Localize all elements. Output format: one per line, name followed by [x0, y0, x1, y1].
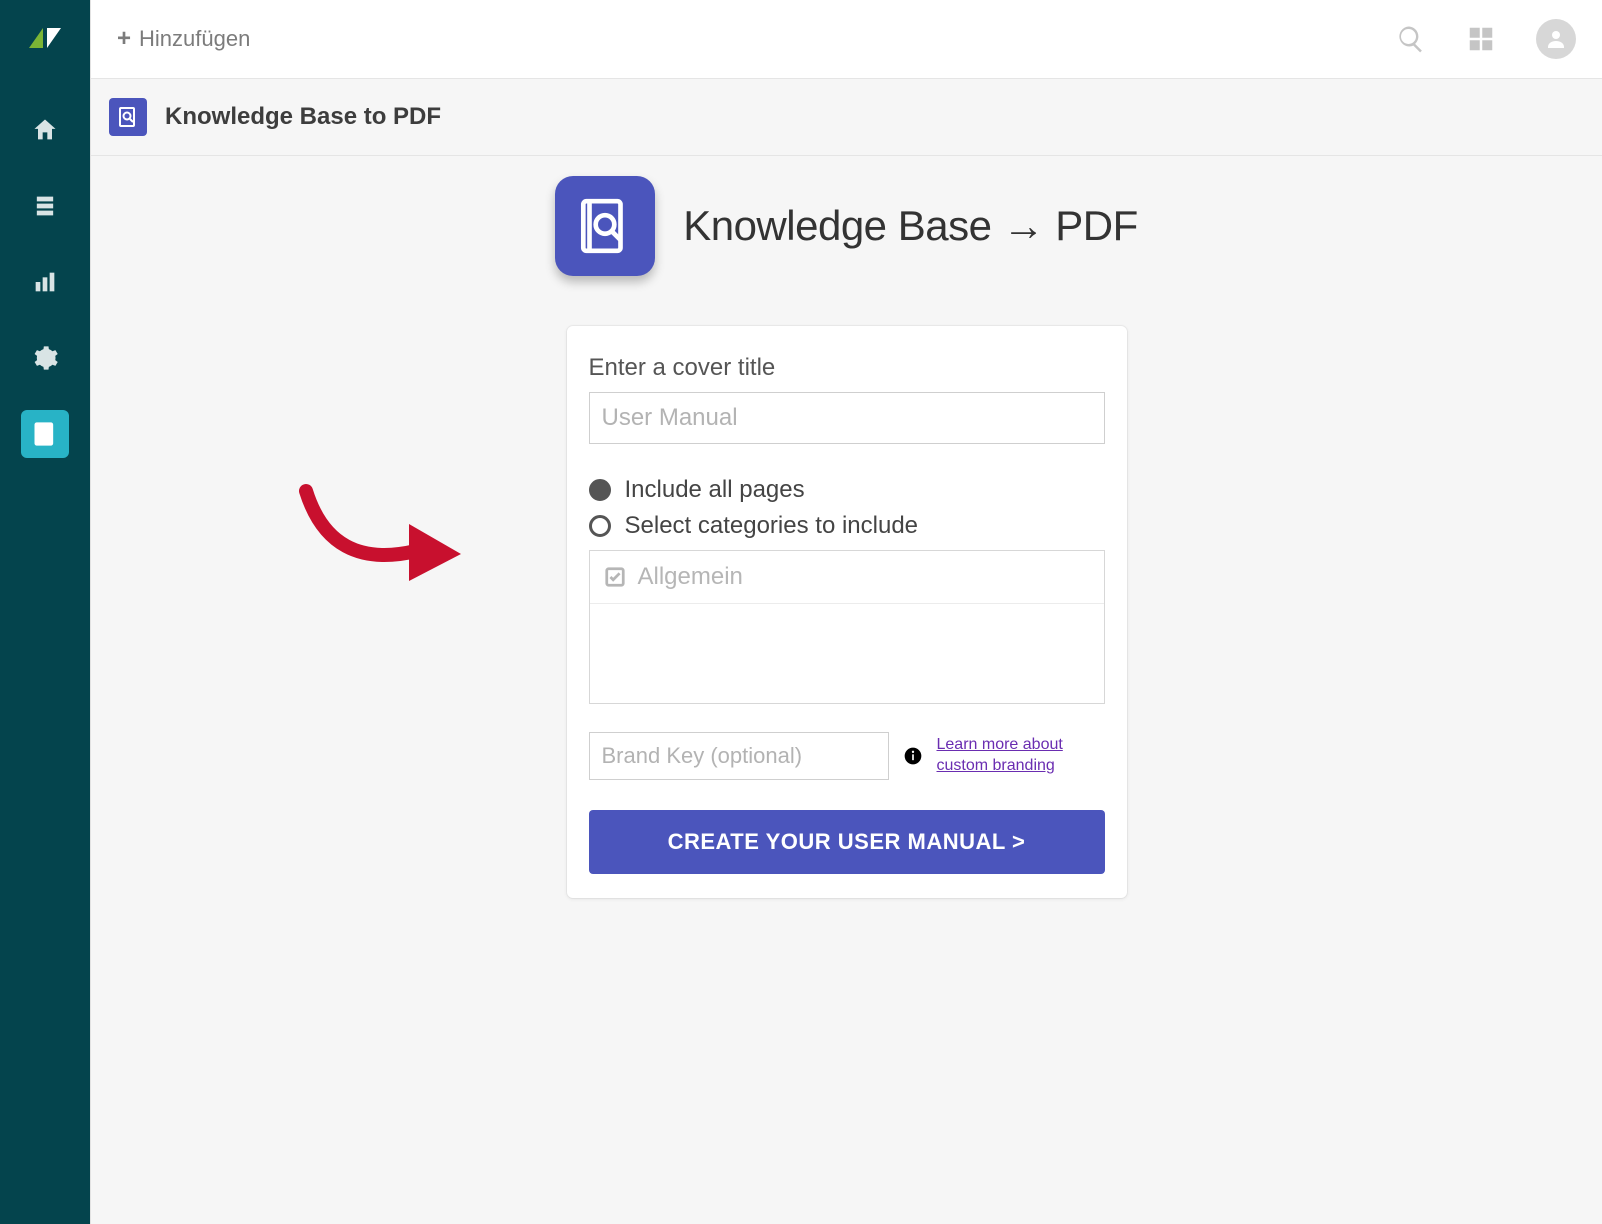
- titlebar-text: Knowledge Base to PDF: [165, 103, 441, 131]
- sidebar-item-kb-to-pdf[interactable]: [21, 410, 69, 458]
- add-button[interactable]: + Hinzufügen: [117, 26, 250, 52]
- sidebar-item-settings[interactable]: [21, 334, 69, 382]
- avatar[interactable]: [1536, 19, 1576, 59]
- zendesk-logo: [21, 14, 69, 62]
- topbar: + Hinzufügen: [90, 0, 1602, 78]
- checkbox-checked-icon: [604, 566, 626, 588]
- topbar-right: [1396, 19, 1576, 59]
- info-icon: [903, 746, 923, 766]
- apps-icon[interactable]: [1466, 24, 1496, 54]
- hero-title: Knowledge Base → PDF: [683, 202, 1138, 250]
- sidebar: [0, 0, 90, 1224]
- sidebar-item-home[interactable]: [21, 106, 69, 154]
- hero: Knowledge Base → PDF: [91, 176, 1602, 276]
- brand-key-row: Learn more about custom branding: [589, 732, 1105, 780]
- radio-dot-empty-icon: [589, 515, 611, 537]
- category-item[interactable]: Allgemein: [590, 551, 1104, 604]
- content: Knowledge Base → PDF Enter a cover title…: [90, 156, 1602, 1224]
- radio-dot-filled-icon: [589, 479, 611, 501]
- category-item-label: Allgemein: [638, 563, 743, 591]
- titlebar: Knowledge Base to PDF: [90, 78, 1602, 156]
- sidebar-item-guide[interactable]: [21, 182, 69, 230]
- create-manual-button[interactable]: CREATE YOUR USER MANUAL >: [589, 810, 1105, 874]
- app-icon: [109, 98, 147, 136]
- add-button-label: Hinzufügen: [139, 26, 250, 52]
- main: + Hinzufügen Knowledge Base to PDF: [90, 0, 1602, 1224]
- plus-icon: +: [117, 27, 131, 51]
- brand-key-input[interactable]: [589, 732, 889, 780]
- cover-title-input[interactable]: [589, 392, 1105, 444]
- hero-app-icon: [555, 176, 655, 276]
- radio-include-all[interactable]: Include all pages: [589, 476, 1105, 504]
- annotation-arrow: [291, 476, 461, 586]
- radio-select-categories[interactable]: Select categories to include: [589, 512, 1105, 540]
- radio-select-categories-label: Select categories to include: [625, 512, 919, 540]
- cover-title-label: Enter a cover title: [589, 354, 1105, 382]
- category-list: Allgemein: [589, 550, 1105, 704]
- radio-include-all-label: Include all pages: [625, 476, 805, 504]
- brand-link[interactable]: Learn more about custom branding: [937, 735, 1097, 777]
- include-radio-group: Include all pages Select categories to i…: [589, 476, 1105, 540]
- sidebar-item-reports[interactable]: [21, 258, 69, 306]
- search-icon[interactable]: [1396, 24, 1426, 54]
- form-card: Enter a cover title Include all pages Se…: [567, 326, 1127, 898]
